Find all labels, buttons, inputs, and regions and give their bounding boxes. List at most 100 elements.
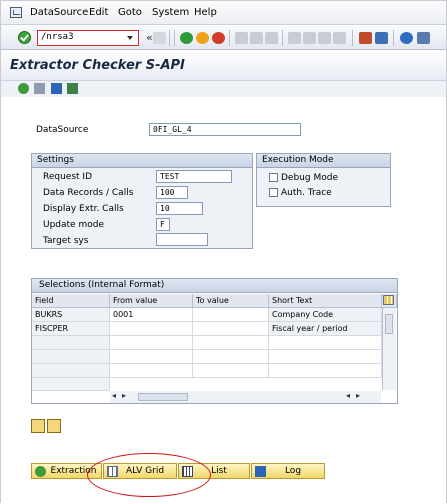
toolbar-separator [174, 30, 175, 46]
empty-row-cell [32, 336, 110, 350]
toolbar-separator [282, 30, 283, 46]
horizontal-scrollbar[interactable]: ◂ ▸ ◂ ▸ [110, 391, 381, 403]
row1-from-input[interactable]: 0001 [110, 308, 193, 322]
shortcut-icon[interactable] [375, 32, 388, 44]
datasource-label: DataSource [36, 125, 89, 135]
list-icon [182, 466, 193, 477]
column-header-short-text[interactable]: Short Text [269, 294, 382, 308]
empty-row-cell [110, 364, 193, 378]
debug-mode-label: Debug Mode [281, 173, 338, 183]
application-toolbar [1, 81, 446, 97]
main-content: DataSource 0FI_GL_4 Settings Request ID … [1, 98, 446, 504]
table-settings-icon[interactable] [382, 294, 397, 308]
selections-table: Selections (Internal Format) Field From … [31, 278, 398, 404]
debug-mode-checkbox[interactable] [269, 173, 278, 182]
log-button[interactable]: Log [251, 463, 325, 479]
menu-system[interactable]: System [152, 7, 189, 18]
empty-row-cell [32, 364, 110, 378]
scroll-right-icon[interactable]: ▸ [122, 391, 126, 400]
list-button[interactable]: List [178, 463, 250, 479]
sap-window: DataSource Edit Goto System Help /nrsa3 … [0, 0, 447, 504]
request-id-label: Request ID [43, 172, 93, 182]
column-header-from[interactable]: From value [110, 294, 193, 308]
settings-group-title: Settings [32, 154, 252, 168]
vertical-scrollbar[interactable] [382, 308, 396, 390]
title-bar: Extractor Checker S-API [1, 51, 446, 81]
command-dropdown-arrow-icon[interactable] [127, 36, 133, 40]
page-title: Extractor Checker S-API [10, 58, 185, 73]
row2-field: FISCPER [32, 322, 110, 336]
target-sys-label: Target sys [43, 236, 89, 246]
cancel-icon[interactable] [212, 32, 225, 44]
update-mode-label: Update mode [43, 220, 104, 230]
command-field[interactable]: /nrsa3 [37, 30, 139, 46]
row1-short-text: Company Code [269, 308, 382, 322]
variant-icon[interactable] [34, 83, 45, 94]
list-button-label: List [211, 466, 227, 476]
execute-icon[interactable] [18, 83, 29, 94]
menu-datasource[interactable]: DataSource [30, 7, 88, 18]
empty-row-cell [32, 378, 110, 391]
toolbar-separator [229, 30, 230, 46]
info-icon[interactable] [51, 83, 62, 94]
vertical-scroll-thumb[interactable] [385, 314, 393, 334]
save-icon[interactable] [153, 32, 166, 44]
scroll-left-end-icon[interactable]: ◂ [346, 391, 350, 400]
scroll-left-icon[interactable]: ◂ [112, 391, 116, 400]
info-icon [255, 466, 266, 477]
update-mode-input[interactable]: F [156, 218, 170, 231]
empty-row-cell [269, 336, 382, 350]
row2-to-input[interactable] [193, 322, 269, 336]
previous-page-icon[interactable] [303, 32, 316, 44]
menu-goto[interactable]: Goto [118, 7, 142, 18]
alv-grid-button-label: ALV Grid [125, 466, 165, 476]
collapse-command-icon[interactable]: « [146, 31, 153, 44]
request-id-input[interactable]: TEST [156, 170, 232, 183]
delete-row-icon[interactable] [47, 419, 61, 433]
row1-field: BUKRS [32, 308, 110, 322]
execute-icon [35, 466, 46, 477]
standard-toolbar: /nrsa3 « [1, 26, 446, 50]
datasource-input[interactable]: 0FI_GL_4 [149, 123, 301, 136]
row2-from-input[interactable] [110, 322, 193, 336]
display-calls-input[interactable]: 10 [156, 202, 203, 215]
alv-grid-button[interactable]: ALV Grid [103, 463, 177, 479]
menu-edit[interactable]: Edit [89, 7, 108, 18]
layout-menu-icon[interactable] [417, 32, 430, 44]
app-menu-icon[interactable] [10, 7, 22, 18]
empty-row-cell [193, 350, 269, 364]
target-sys-input[interactable] [156, 233, 208, 246]
enter-checkmark-icon[interactable] [18, 31, 31, 44]
auth-trace-checkbox[interactable] [269, 188, 278, 197]
next-page-icon[interactable] [318, 32, 331, 44]
toolbar-separator [169, 30, 170, 46]
help-icon[interactable] [400, 32, 413, 44]
auth-trace-label: Auth. Trace [281, 188, 332, 198]
data-records-input[interactable]: 100 [156, 186, 188, 199]
menu-help[interactable]: Help [194, 7, 217, 18]
log-button-label: Log [284, 466, 302, 476]
display-calls-label: Display Extr. Calls [43, 204, 124, 214]
empty-row-cell [193, 364, 269, 378]
exit-icon[interactable] [196, 32, 209, 44]
settings-group: Settings [31, 153, 253, 249]
last-page-icon[interactable] [333, 32, 346, 44]
get-variant-icon[interactable] [67, 83, 78, 94]
print-icon[interactable] [235, 32, 248, 44]
column-header-to[interactable]: To value [193, 294, 269, 308]
find-icon[interactable] [250, 32, 263, 44]
horizontal-scroll-thumb[interactable] [138, 393, 188, 401]
column-header-field[interactable]: Field [32, 294, 110, 308]
scroll-right-end-icon[interactable]: ▸ [356, 391, 360, 400]
back-icon[interactable] [180, 32, 193, 44]
first-page-icon[interactable] [288, 32, 301, 44]
data-records-label: Data Records / Calls [43, 188, 134, 198]
create-session-icon[interactable] [359, 32, 372, 44]
find-next-icon[interactable] [265, 32, 278, 44]
toolbar-separator [352, 30, 353, 46]
extraction-button[interactable]: Extraction [31, 463, 102, 479]
row1-to-input[interactable] [193, 308, 269, 322]
empty-row-cell [110, 350, 193, 364]
empty-row-cell [110, 336, 193, 350]
insert-row-icon[interactable] [31, 419, 45, 433]
